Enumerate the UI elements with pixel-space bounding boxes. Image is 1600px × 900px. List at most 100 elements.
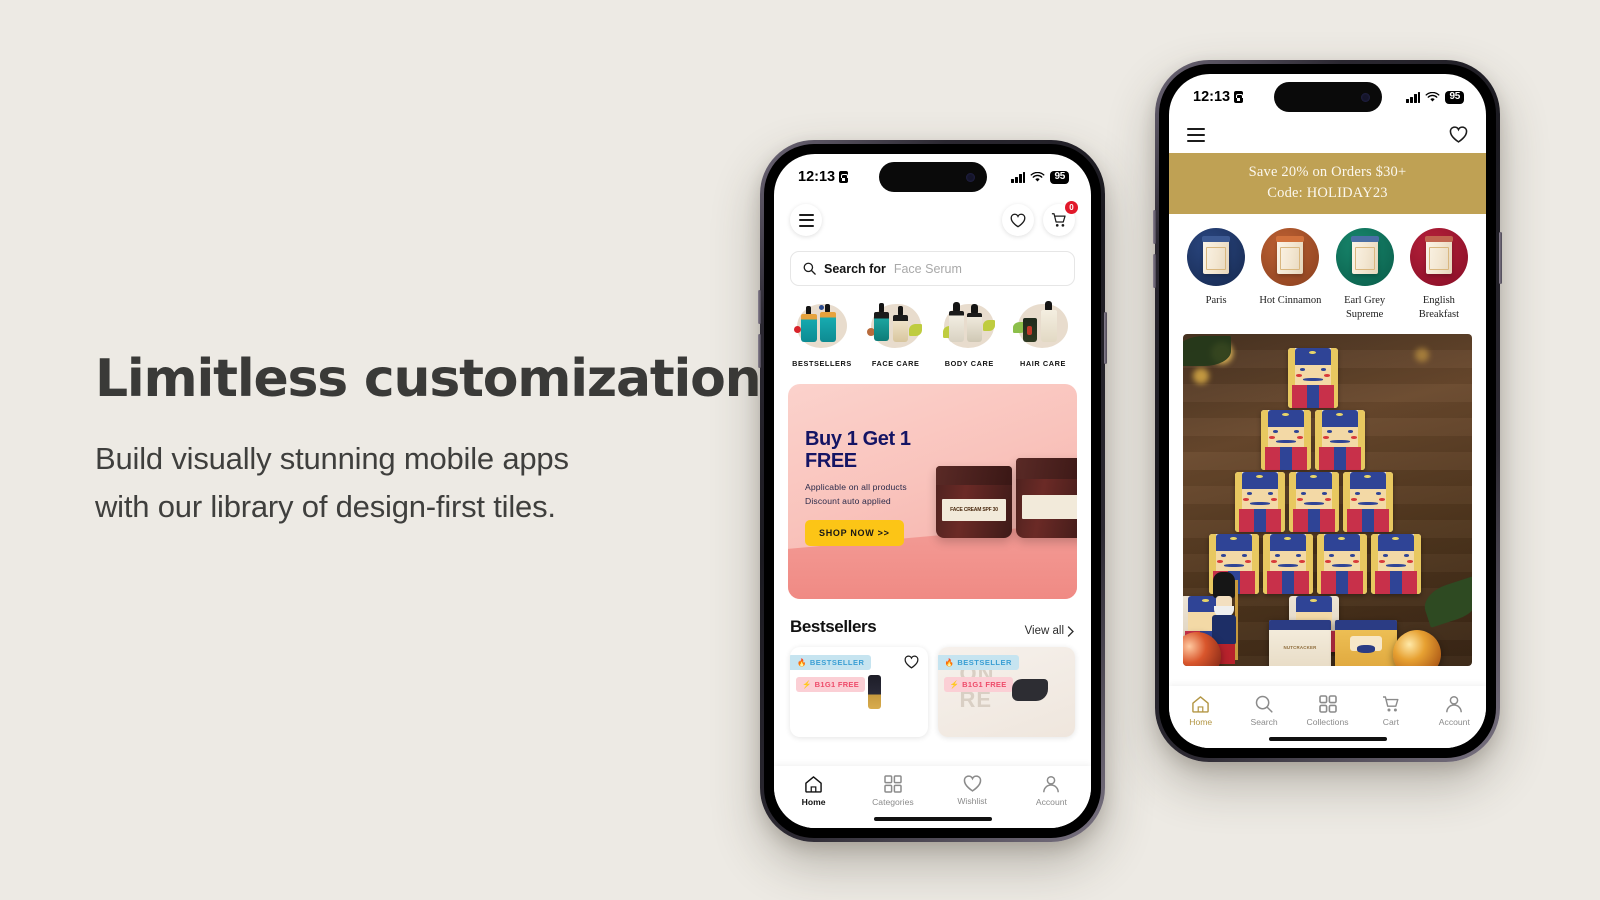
shopping-cart-icon (1382, 696, 1399, 712)
category-item-face-care[interactable]: FACE CARE (862, 300, 930, 368)
promo-subtitle-line2: Discount auto applied (805, 495, 891, 506)
category-item-hair-care[interactable]: HAIR CARE (1009, 300, 1077, 368)
dynamic-island (878, 162, 987, 192)
promo-announcement-bar[interactable]: Save 20% on Orders $30+ Code: HOLIDAY23 (1169, 153, 1486, 215)
heart-icon[interactable] (1449, 126, 1468, 143)
nutcracker-tin (1235, 471, 1285, 532)
phone1-volume-up-button[interactable] (758, 290, 761, 324)
tab-label: Account (1438, 717, 1470, 727)
nutcracker-tin (1317, 533, 1367, 594)
tab-search[interactable]: Search (1232, 695, 1295, 727)
fire-icon: 🔥 (797, 658, 807, 667)
tab-cart[interactable]: Cart (1359, 695, 1422, 727)
collection-item-english-breakfast[interactable]: English Breakfast (1406, 228, 1472, 322)
tab-home[interactable]: Home (774, 775, 853, 807)
bestsellers-section-header: Bestsellers View all (774, 599, 1091, 637)
offer-badge-label: B1G1 FREE (814, 680, 860, 689)
phone1-screen: 12:13 95 0 Search for Face Serum BESTSEL… (774, 154, 1091, 828)
cart-count-badge: 0 (1065, 201, 1078, 214)
search-input[interactable]: Search for Face Serum (790, 251, 1075, 286)
phone2-screen: 12:13 95 Save 20% on Orders $30+ Code: H… (1169, 74, 1486, 748)
tab-label: Categories (872, 797, 914, 807)
collection-item-hot-cinnamon[interactable]: Hot Cinnamon (1257, 228, 1323, 322)
tab-label: Home (1189, 717, 1213, 727)
phone2-power-button[interactable] (1499, 232, 1502, 284)
hamburger-menu-icon[interactable] (1187, 127, 1205, 142)
hero-image-nutcracker-display[interactable]: NUTCRACKER (1183, 333, 1472, 666)
hero-copy-block: Limitless customization Build visually s… (95, 352, 795, 531)
tab-label: Collections (1306, 717, 1349, 727)
nutcracker-tin (1315, 409, 1365, 470)
grid-icon (1318, 695, 1337, 713)
phone1-volume-down-button[interactable] (758, 334, 761, 368)
phone1-status-bar: 12:13 95 (774, 154, 1091, 194)
view-all-link[interactable]: View all (1025, 625, 1075, 637)
tab-home[interactable]: Home (1169, 695, 1232, 727)
nutcracker-product-tin-left: NUTCRACKER (1269, 619, 1331, 666)
product-card[interactable]: ON RE 🔥 BESTSELLER ⚡ B1G1 FREE (937, 647, 1075, 737)
home-indicator[interactable] (1268, 736, 1387, 741)
phone-mockup-left: 12:13 95 0 Search for Face Serum BESTSEL… (758, 140, 1107, 842)
phone2-status-bar: 12:13 95 (1169, 74, 1486, 114)
page-subtitle: Build visually stunning mobile apps with… (95, 435, 795, 531)
collection-item-earl-grey-supreme[interactable]: Earl Grey Supreme (1332, 228, 1398, 322)
bestseller-badge: 🔥 BESTSELLER (790, 655, 872, 670)
cellular-signal-icon (1011, 171, 1026, 183)
category-label: BESTSELLERS (792, 359, 852, 368)
collection-thumb-paris (1187, 228, 1246, 287)
search-icon (1255, 695, 1273, 713)
product-card[interactable]: 🔥 BESTSELLER ⚡ B1G1 FREE (790, 647, 928, 737)
dynamic-island (1273, 82, 1382, 112)
product-thumbnail (1011, 679, 1048, 701)
lock-icon (1234, 91, 1244, 103)
tab-wishlist[interactable]: Wishlist (933, 775, 1012, 806)
offer-badge: ⚡ B1G1 FREE (796, 677, 866, 692)
category-label: BODY CARE (944, 359, 994, 368)
view-all-label: View all (1024, 625, 1064, 637)
tab-categories[interactable]: Categories (853, 775, 932, 807)
promo-title-line1: Buy 1 Get 1 (805, 428, 911, 450)
subtitle-line-2: with our library of design-first tiles. (95, 488, 556, 524)
tab-label: Account (1035, 797, 1067, 807)
home-icon (1192, 696, 1209, 713)
tab-collections[interactable]: Collections (1296, 695, 1359, 727)
nutcracker-tin (1343, 471, 1393, 532)
promo-bar-line2: Code: HOLIDAY23 (1267, 184, 1388, 201)
bolt-icon: ⚡ (949, 680, 960, 689)
promo-banner[interactable]: Buy 1 Get 1 FREE Applicable on all produ… (788, 384, 1077, 599)
hamburger-menu-icon[interactable] (790, 204, 822, 236)
heart-icon[interactable] (904, 655, 919, 674)
wifi-icon (1031, 171, 1045, 182)
lock-icon (839, 171, 849, 183)
phone1-power-button[interactable] (1104, 312, 1107, 364)
category-item-bestsellers[interactable]: BESTSELLERS (788, 300, 856, 368)
collection-thumb-earl-grey (1335, 228, 1394, 287)
tab-account[interactable]: Account (1423, 695, 1486, 727)
heart-icon[interactable] (1002, 204, 1034, 236)
collection-label: Earl Grey Supreme (1344, 295, 1386, 321)
promo-title-line2: FREE (805, 450, 857, 473)
category-item-body-care[interactable]: BODY CARE (935, 300, 1003, 368)
home-indicator[interactable] (873, 816, 992, 821)
section-title: Bestsellers (790, 617, 877, 636)
shopping-cart-icon[interactable]: 0 (1043, 201, 1078, 236)
shop-now-button[interactable]: SHOP NOW >> (805, 519, 904, 546)
phone1-app-header: 0 (774, 194, 1091, 242)
nutcracker-product-tin-right (1335, 619, 1397, 666)
tab-account[interactable]: Account (1012, 775, 1091, 807)
front-camera-icon (965, 172, 975, 182)
front-camera-icon (1360, 92, 1370, 102)
phone2-volume-down-button[interactable] (1153, 254, 1156, 288)
collection-item-paris[interactable]: Paris (1183, 228, 1249, 322)
collection-thumb-hot-cinnamon (1261, 228, 1320, 287)
battery-indicator: 95 (1050, 170, 1069, 184)
collection-label: Hot Cinnamon (1259, 295, 1322, 307)
phone2-volume-up-button[interactable] (1153, 210, 1156, 244)
bestseller-badge: 🔥 BESTSELLER (937, 655, 1019, 670)
heart-icon (963, 775, 981, 792)
wifi-icon (1426, 91, 1440, 102)
heart-glyph (1010, 213, 1026, 228)
phone-mockup-right: 12:13 95 Save 20% on Orders $30+ Code: H… (1153, 60, 1502, 762)
collection-label: English Breakfast (1418, 295, 1459, 321)
promo-bar-line1: Save 20% on Orders $30+ (1248, 164, 1407, 180)
